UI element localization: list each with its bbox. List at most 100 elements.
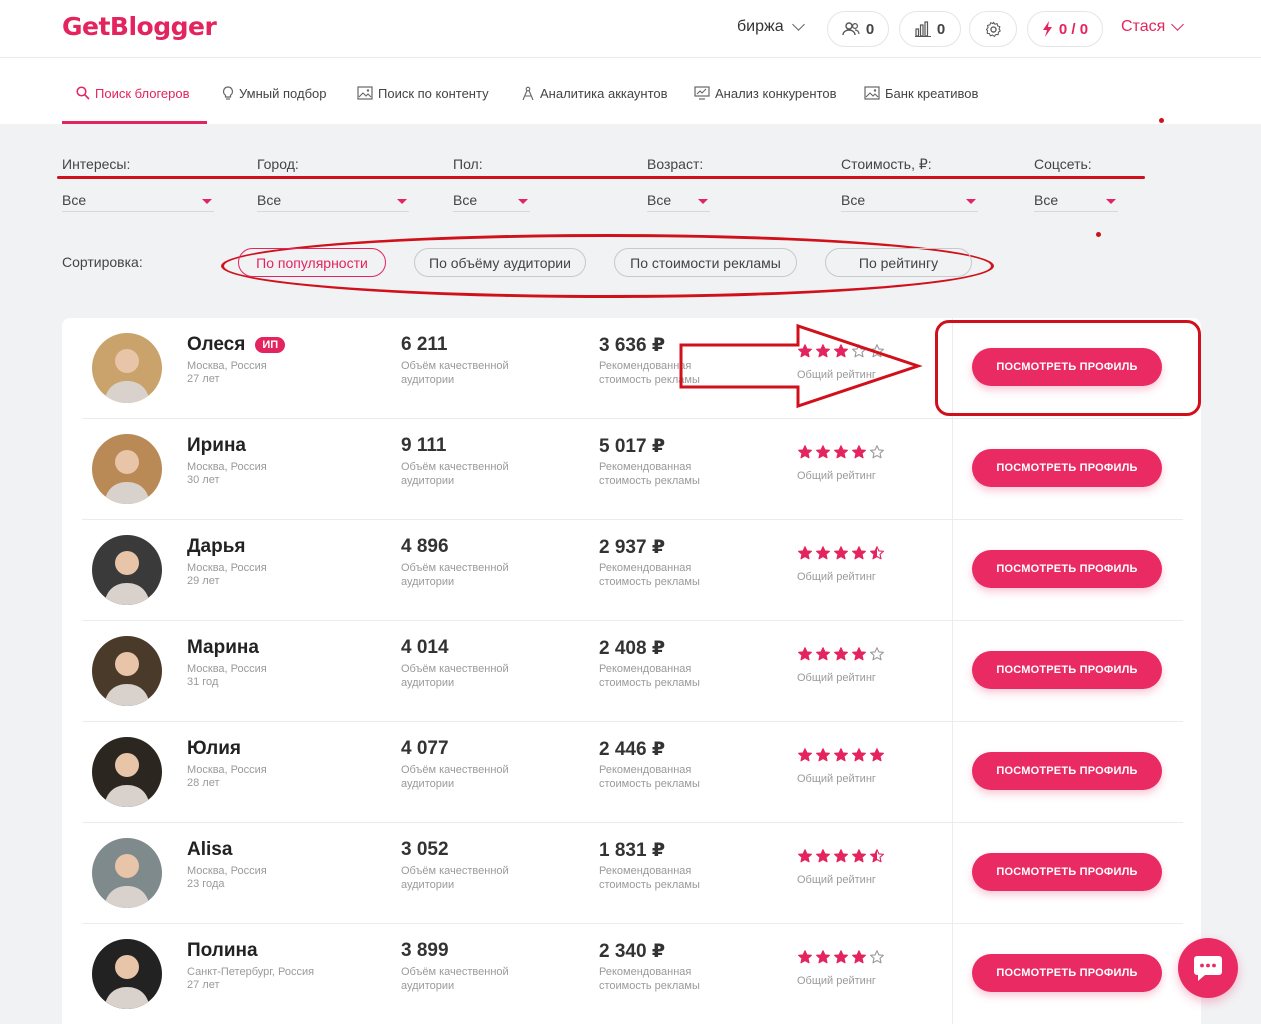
- gender-select[interactable]: Все: [453, 192, 530, 212]
- rating-caption: Общий рейтинг: [797, 874, 876, 886]
- blogger-age: 23 года: [187, 878, 225, 890]
- audience-caption: Объём качественной аудитории: [401, 663, 509, 689]
- user-menu[interactable]: Стася: [1121, 18, 1185, 36]
- avatar[interactable]: [92, 737, 162, 807]
- sort-audience-button[interactable]: По объёму аудитории: [414, 248, 586, 277]
- stats-button[interactable]: 0: [899, 11, 961, 47]
- star-icon: [816, 849, 830, 863]
- avatar[interactable]: [92, 636, 162, 706]
- blogger-row: Ирина Москва, Россия 30 лет 9 111 Объём каче…: [62, 419, 1201, 520]
- logo[interactable]: GetBlogger: [62, 12, 217, 41]
- blogger-name[interactable]: Дарья: [187, 536, 245, 558]
- blogger-city: Москва, Россия: [187, 562, 267, 574]
- star-icon: [798, 546, 812, 560]
- cost-caption: Рекомендованная стоимость рекламы: [599, 966, 700, 992]
- blogger-name-text: Ирина: [187, 435, 246, 456]
- cost-caption: Рекомендованная стоимость рекламы: [599, 865, 700, 891]
- blogger-name[interactable]: Олеся ИП: [187, 334, 286, 356]
- sort-popularity-button[interactable]: По популярности: [238, 248, 386, 277]
- gear-icon: [985, 21, 1001, 37]
- select-value: Все: [257, 192, 282, 208]
- star-icon: [834, 647, 848, 661]
- lightning-icon: [1042, 21, 1052, 37]
- star-icon: [870, 647, 884, 661]
- sort-cost-button[interactable]: По стоимости рекламы: [614, 248, 797, 277]
- blogger-name-text: Юлия: [187, 738, 241, 759]
- blogger-row: Юлия Москва, Россия 28 лет 4 077 Объём качес…: [62, 722, 1201, 823]
- filter-label-gender: Пол:: [453, 156, 483, 172]
- presentation-icon: [694, 86, 710, 100]
- lightbulb-icon: [222, 85, 234, 100]
- view-profile-button[interactable]: ПОСМОТРЕТЬ ПРОФИЛЬ: [972, 651, 1162, 689]
- users-icon: [842, 22, 860, 36]
- annotation-dot: [1159, 118, 1164, 123]
- star-icon: [816, 950, 830, 964]
- bar-chart-icon: [914, 21, 931, 37]
- star-icon: [870, 445, 884, 459]
- select-value: Все: [841, 192, 866, 208]
- blogger-name[interactable]: Марина: [187, 637, 259, 659]
- star-icon: [870, 950, 884, 964]
- blogger-name[interactable]: Полина: [187, 940, 258, 962]
- blogger-row: Марина Москва, Россия 31 год 4 014 Объём кач…: [62, 621, 1201, 722]
- filter-label-network: Соцсеть:: [1034, 156, 1092, 172]
- exchange-dropdown[interactable]: биржа: [737, 18, 805, 36]
- tab-creative-bank[interactable]: Банк креативов: [864, 82, 978, 104]
- blogger-row: Дарья Москва, Россия 29 лет 4 896 Объём каче…: [62, 520, 1201, 621]
- tab-smart-selection[interactable]: Умный подбор: [222, 82, 326, 104]
- blogger-city: Москва, Россия: [187, 461, 267, 473]
- audience-caption: Объём качественной аудитории: [401, 865, 509, 891]
- avatar[interactable]: [92, 939, 162, 1009]
- view-profile-button[interactable]: ПОСМОТРЕТЬ ПРОФИЛЬ: [972, 550, 1162, 588]
- audience-caption: Объём качественной аудитории: [401, 966, 509, 992]
- network-select[interactable]: Все: [1034, 192, 1118, 212]
- view-profile-button[interactable]: ПОСМОТРЕТЬ ПРОФИЛЬ: [972, 449, 1162, 487]
- star-icon: [798, 950, 812, 964]
- audience-value: 4 896: [401, 536, 449, 557]
- view-profile-button[interactable]: ПОСМОТРЕТЬ ПРОФИЛЬ: [972, 752, 1162, 790]
- cost-select[interactable]: Все: [841, 192, 978, 212]
- exchange-label: биржа: [737, 18, 784, 35]
- tab-account-analytics[interactable]: Аналитика аккаунтов: [521, 82, 668, 104]
- user-name: Стася: [1121, 18, 1166, 35]
- tab-blogger-search[interactable]: Поиск блогеров: [76, 82, 190, 104]
- tab-label: Поиск блогеров: [95, 85, 190, 101]
- tab-content-search[interactable]: Поиск по контенту: [357, 82, 489, 104]
- blogger-name[interactable]: Юлия: [187, 738, 241, 760]
- avatar[interactable]: [92, 333, 162, 403]
- image-icon: [864, 86, 880, 100]
- avatar[interactable]: [92, 535, 162, 605]
- blogger-row: Полина Санкт-Петербург, Россия 27 лет 3 899…: [62, 924, 1201, 1024]
- star-icon: [870, 748, 884, 762]
- cost-value: 2 937 ₽: [599, 537, 666, 558]
- star-icon: [852, 849, 866, 863]
- city-select[interactable]: Все: [257, 192, 409, 212]
- limits-value: 0 / 0: [1058, 20, 1089, 38]
- cost-value: 2 340 ₽: [599, 941, 666, 962]
- dropdown-arrow-icon: [966, 199, 976, 204]
- age-select[interactable]: Все: [647, 192, 710, 212]
- search-icon: [76, 86, 90, 100]
- sort-rating-button[interactable]: По рейтингу: [825, 248, 972, 277]
- rating-caption: Общий рейтинг: [797, 470, 876, 482]
- blogger-name[interactable]: Ирина: [187, 435, 246, 457]
- star-icon: [852, 748, 866, 762]
- view-profile-button[interactable]: ПОСМОТРЕТЬ ПРОФИЛЬ: [972, 853, 1162, 891]
- tab-competitor-analysis[interactable]: Анализ конкурентов: [694, 82, 837, 104]
- blogger-age: 27 лет: [187, 979, 220, 991]
- limits-button[interactable]: 0 / 0: [1027, 11, 1103, 47]
- followers-button[interactable]: 0: [827, 11, 889, 47]
- settings-button[interactable]: [969, 11, 1017, 47]
- star-icon: [834, 445, 848, 459]
- annotation-dot: [1096, 232, 1101, 237]
- filter-label-city: Город:: [257, 156, 299, 172]
- star-icon: [798, 849, 812, 863]
- avatar[interactable]: [92, 838, 162, 908]
- cost-value: 3 636 ₽: [599, 335, 666, 356]
- avatar[interactable]: [92, 434, 162, 504]
- view-profile-button[interactable]: ПОСМОТРЕТЬ ПРОФИЛЬ: [972, 954, 1162, 992]
- chat-button[interactable]: [1178, 938, 1238, 998]
- interests-select[interactable]: Все: [62, 192, 214, 212]
- audience-value: 4 077: [401, 738, 449, 759]
- blogger-name[interactable]: Alisa: [187, 839, 232, 861]
